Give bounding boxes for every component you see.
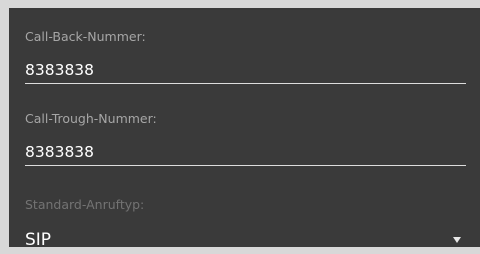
calltrough-number-label: Call-Trough-Nummer: [25, 111, 157, 126]
callback-number-field: Call-Back-Nummer: 8383838 [25, 30, 466, 84]
callback-number-value: 8383838 [25, 61, 95, 79]
callback-number-label: Call-Back-Nummer: [25, 29, 146, 44]
default-calltype-select[interactable]: SIP [25, 230, 466, 254]
default-calltype-value: SIP [25, 230, 52, 250]
callback-number-input[interactable]: 8383838 [25, 61, 466, 84]
calltrough-number-value: 8383838 [25, 143, 95, 161]
default-calltype-field: Standard-Anruftyp: SIP [25, 198, 466, 254]
calltrough-number-input[interactable]: 8383838 [25, 143, 466, 166]
default-calltype-label: Standard-Anruftyp: [25, 197, 145, 212]
dropdown-arrow-icon[interactable] [453, 237, 461, 243]
settings-panel: Call-Back-Nummer: 8383838 Call-Trough-Nu… [9, 8, 480, 250]
calltrough-number-field: Call-Trough-Nummer: 8383838 [25, 112, 466, 166]
